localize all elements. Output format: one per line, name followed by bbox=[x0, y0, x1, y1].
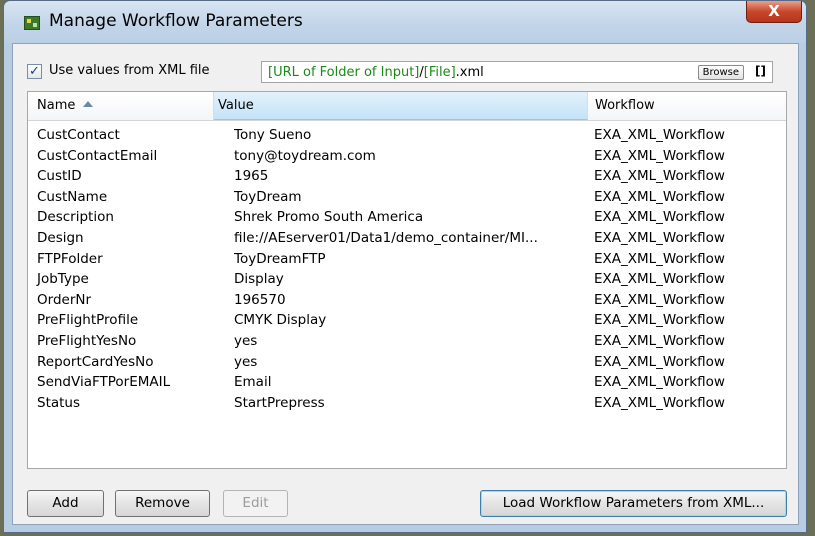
manage-workflow-parameters-dialog: Manage Workflow Parameters X ✓ Use value… bbox=[3, 0, 807, 533]
table-row[interactable]: CustName ToyDream EXA_XML_Workflow bbox=[28, 187, 786, 208]
cell-name: SendViaFTPorEMAIL bbox=[37, 374, 171, 391]
cell-value: file://AEserver01/Data1/demo_container/M… bbox=[234, 229, 538, 246]
workflow-app-icon bbox=[24, 16, 40, 30]
dialog-body: ✓ Use values from XML file [URL of Folde… bbox=[12, 43, 799, 525]
cell-workflow: EXA_XML_Workflow bbox=[594, 353, 725, 370]
cell-workflow: EXA_XML_Workflow bbox=[594, 374, 725, 391]
cell-workflow: EXA_XML_Workflow bbox=[594, 147, 725, 164]
cell-workflow: EXA_XML_Workflow bbox=[594, 332, 725, 349]
xml-source-row: ✓ Use values from XML file [URL of Folde… bbox=[27, 61, 787, 83]
file-extension: .xml bbox=[455, 65, 484, 80]
cell-name: FTPFolder bbox=[37, 250, 103, 267]
table-header: Name Value Workflow bbox=[28, 92, 786, 121]
cell-value: tony@toydream.com bbox=[234, 147, 376, 164]
close-button[interactable]: X bbox=[746, 1, 802, 23]
cell-value: Email bbox=[234, 374, 272, 391]
cell-name: CustName bbox=[37, 188, 108, 205]
table-row[interactable]: CustContactEmail tony@toydream.com EXA_XML… bbox=[28, 146, 786, 167]
cell-name: JobType bbox=[37, 271, 89, 288]
cell-value: StartPrepress bbox=[234, 394, 325, 411]
cell-value: 1965 bbox=[234, 168, 269, 185]
cell-value: ToyDreamFTP bbox=[234, 250, 326, 267]
cell-name: PreFlightProfile bbox=[37, 312, 139, 329]
cell-name: ReportCardYesNo bbox=[37, 353, 154, 370]
cell-name: CustContactEmail bbox=[37, 147, 158, 164]
insert-token-button[interactable]: [] bbox=[755, 64, 766, 78]
column-header-value[interactable]: Value bbox=[214, 92, 588, 120]
column-header-name[interactable]: Name bbox=[28, 92, 214, 120]
cell-workflow: EXA_XML_Workflow bbox=[594, 312, 725, 329]
cell-name: OrderNr bbox=[37, 291, 92, 308]
table-row[interactable]: Description Shrek Promo South America EXA_… bbox=[28, 207, 786, 228]
column-header-workflow[interactable]: Workflow bbox=[588, 92, 786, 120]
cell-workflow: EXA_XML_Workflow bbox=[594, 168, 725, 185]
table-row[interactable]: FTPFolder ToyDreamFTP EXA_XML_Workflow bbox=[28, 249, 786, 270]
close-icon: X bbox=[768, 2, 780, 20]
cell-value: 196570 bbox=[234, 291, 286, 308]
cell-value: CMYK Display bbox=[234, 312, 327, 329]
use-xml-checkbox[interactable]: ✓ bbox=[27, 64, 42, 79]
table-row[interactable]: ReportCardYesNo yes EXA_XML_Workflow bbox=[28, 352, 786, 373]
remove-button[interactable]: Remove bbox=[115, 490, 210, 517]
table-row[interactable]: CustContact Tony Sueno EXA_XML_Workflow bbox=[28, 125, 786, 146]
load-from-xml-button[interactable]: Load Workflow Parameters from XML... bbox=[480, 490, 787, 517]
cell-value: yes bbox=[234, 353, 258, 370]
cell-name: Design bbox=[37, 229, 84, 246]
table-row[interactable]: CustID 1965 EXA_XML_Workflow bbox=[28, 166, 786, 187]
cell-workflow: EXA_XML_Workflow bbox=[594, 127, 725, 143]
add-button[interactable]: Add bbox=[27, 490, 104, 517]
cell-value: Tony Sueno bbox=[234, 127, 312, 143]
folder-token: [URL of Folder of Input] bbox=[268, 65, 420, 80]
cell-workflow: EXA_XML_Workflow bbox=[594, 291, 725, 308]
cell-name: Description bbox=[37, 209, 114, 226]
table-body: CustContact Tony Sueno EXA_XML_Workflow Cu… bbox=[28, 125, 786, 413]
cell-name: Status bbox=[37, 394, 81, 411]
cell-value: ToyDream bbox=[234, 188, 302, 205]
xml-path-field[interactable]: [URL of Folder of Input]/[File].xml Brow… bbox=[261, 61, 773, 83]
cell-value: Display bbox=[234, 271, 284, 288]
cell-workflow: EXA_XML_Workflow bbox=[594, 250, 725, 267]
parameters-table: Name Value Workflow CustContact Tony Suen… bbox=[27, 91, 787, 469]
table-row[interactable]: PreFlightYesNo yes EXA_XML_Workflow bbox=[28, 331, 786, 352]
file-token: [File] bbox=[423, 65, 456, 80]
use-xml-label: Use values from XML file bbox=[49, 63, 210, 78]
cell-workflow: EXA_XML_Workflow bbox=[594, 229, 725, 246]
column-header-name-label: Name bbox=[37, 98, 76, 113]
cell-value: Shrek Promo South America bbox=[234, 209, 424, 226]
browse-button[interactable]: Browse bbox=[697, 65, 744, 80]
table-row[interactable]: PreFlightProfile CMYK Display EXA_XML_Work… bbox=[28, 310, 786, 331]
cell-workflow: EXA_XML_Workflow bbox=[594, 188, 725, 205]
cell-workflow: EXA_XML_Workflow bbox=[594, 394, 725, 411]
xml-path-text: [URL of Folder of Input]/[File].xml bbox=[268, 65, 484, 80]
table-row[interactable]: OrderNr 196570 EXA_XML_Workflow bbox=[28, 290, 786, 311]
cell-workflow: EXA_XML_Workflow bbox=[594, 271, 725, 288]
sort-ascending-icon bbox=[83, 101, 94, 107]
table-row[interactable]: JobType Display EXA_XML_Workflow bbox=[28, 269, 786, 290]
cell-name: CustID bbox=[37, 168, 82, 185]
table-row[interactable]: Design file://AEserver01/Data1/demo_conta… bbox=[28, 228, 786, 249]
cell-workflow: EXA_XML_Workflow bbox=[594, 209, 725, 226]
edit-button[interactable]: Edit bbox=[223, 490, 288, 517]
cell-value: yes bbox=[234, 332, 258, 349]
dialog-title: Manage Workflow Parameters bbox=[49, 11, 303, 31]
cell-name: PreFlightYesNo bbox=[37, 332, 137, 349]
cell-name: CustContact bbox=[37, 127, 120, 143]
title-bar: Manage Workflow Parameters X bbox=[4, 1, 806, 43]
table-row[interactable]: SendViaFTPorEMAIL Email EXA_XML_Workflow bbox=[28, 372, 786, 393]
table-row[interactable]: Status StartPrepress EXA_XML_Workflow bbox=[28, 393, 786, 414]
